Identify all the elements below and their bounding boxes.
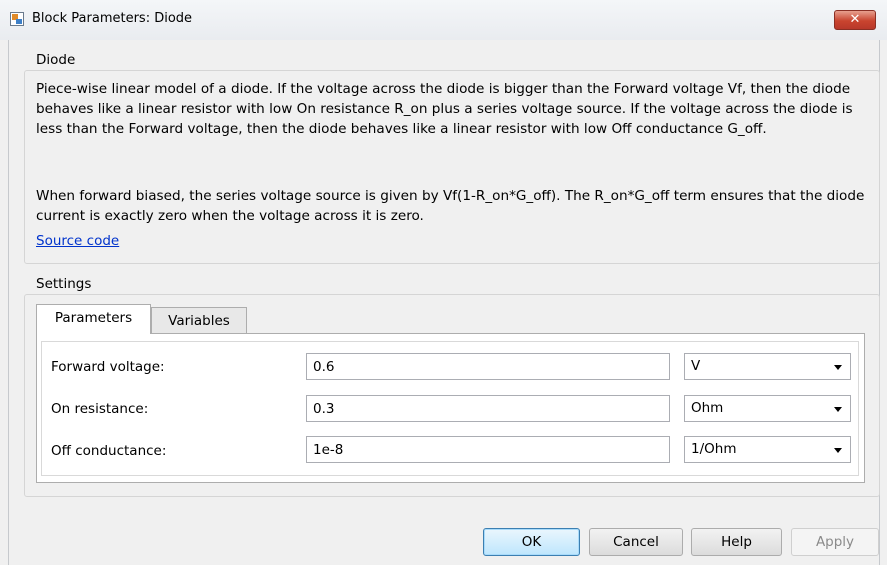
close-icon: ✕ — [849, 12, 861, 27]
chevron-down-icon — [834, 365, 842, 370]
off-conductance-unit-select[interactable]: 1/Ohm — [684, 436, 851, 463]
forward-voltage-label: Forward voltage: — [51, 359, 165, 375]
on-resistance-input[interactable] — [306, 395, 670, 422]
off-conductance-unit-value: 1/Ohm — [691, 441, 737, 457]
tab-parameters[interactable]: Parameters — [36, 304, 151, 334]
forward-voltage-unit-select[interactable]: V — [684, 353, 851, 380]
block-parameters-dialog: Block Parameters: Diode ✕ Diode Piece-wi… — [0, 0, 887, 565]
description-paragraph-1: Piece-wise linear model of a diode. If t… — [36, 81, 853, 137]
ok-button[interactable]: OK — [483, 528, 580, 556]
cancel-button[interactable]: Cancel — [589, 528, 683, 556]
chevron-down-icon — [834, 448, 842, 453]
title-bar[interactable]: Block Parameters: Diode ✕ — [0, 0, 887, 40]
chevron-down-icon — [834, 407, 842, 412]
help-button[interactable]: Help — [691, 528, 782, 556]
forward-voltage-input[interactable] — [306, 353, 670, 380]
close-button[interactable]: ✕ — [834, 10, 876, 30]
tab-parameters-label: Parameters — [54, 310, 133, 326]
on-resistance-unit-value: Ohm — [691, 400, 724, 416]
off-conductance-label: Off conductance: — [51, 443, 167, 459]
forward-voltage-unit-value: V — [691, 358, 701, 374]
description-paragraph-2: When forward biased, the series voltage … — [36, 188, 865, 224]
on-resistance-label: On resistance: — [51, 401, 149, 417]
apply-button[interactable]: Apply — [791, 528, 879, 556]
tab-variables[interactable]: Variables — [151, 307, 247, 334]
settings-section-label: Settings — [36, 276, 92, 292]
off-conductance-input[interactable] — [306, 436, 670, 463]
block-parameters-icon — [10, 12, 24, 26]
window-title: Block Parameters: Diode — [32, 11, 193, 26]
block-section-label: Diode — [36, 52, 76, 68]
on-resistance-unit-select[interactable]: Ohm — [684, 395, 851, 422]
tab-variables-label: Variables — [168, 313, 230, 329]
source-code-link[interactable]: Source code — [36, 233, 119, 249]
